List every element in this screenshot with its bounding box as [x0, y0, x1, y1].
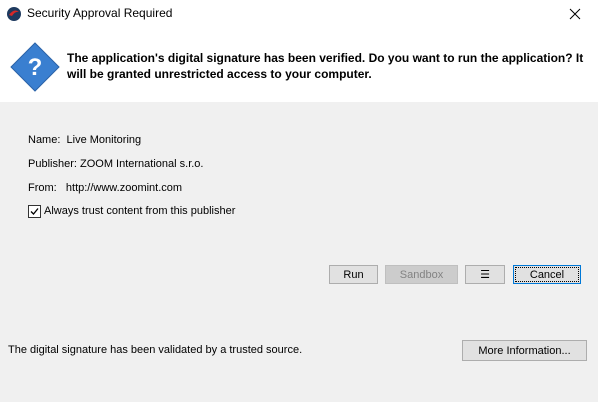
question-shield-icon: ?: [10, 42, 60, 92]
header-panel: ? The application's digital signature ha…: [0, 28, 598, 102]
signature-status-message: The digital signature has been validated…: [8, 344, 303, 356]
name-label: Name:: [28, 134, 61, 146]
trust-checkbox-label[interactable]: Always trust content from this publisher: [44, 205, 235, 217]
trust-checkbox[interactable]: [28, 205, 41, 218]
java-app-icon: [7, 7, 21, 21]
close-icon: [569, 8, 581, 20]
run-button[interactable]: Run: [329, 265, 378, 284]
publisher-value: ZOOM International s.r.o.: [79, 158, 204, 170]
publisher-label: Publisher:: [28, 158, 77, 170]
focus-rectangle: [515, 267, 579, 282]
svg-text:?: ?: [28, 54, 43, 81]
menu-button[interactable]: ☰: [465, 265, 505, 284]
window-title: Security Approval Required: [27, 6, 173, 20]
sandbox-button: Sandbox: [385, 265, 458, 284]
name-value: Live Monitoring: [66, 134, 142, 146]
from-label: From:: [28, 182, 57, 194]
cancel-button[interactable]: Cancel: [513, 265, 581, 284]
close-button[interactable]: [552, 0, 598, 28]
more-information-button[interactable]: More Information...: [462, 340, 587, 361]
header-message: The application's digital signature has …: [67, 51, 584, 81]
publisher-row: Publisher: ZOOM International s.r.o.: [28, 158, 203, 170]
checkmark-icon: [30, 208, 39, 215]
name-row: Name: Live Monitoring: [28, 134, 141, 146]
title-bar: Security Approval Required: [0, 0, 598, 28]
from-value: http://www.zoomint.com: [65, 182, 183, 194]
from-row: From: http://www.zoomint.com: [28, 182, 182, 194]
